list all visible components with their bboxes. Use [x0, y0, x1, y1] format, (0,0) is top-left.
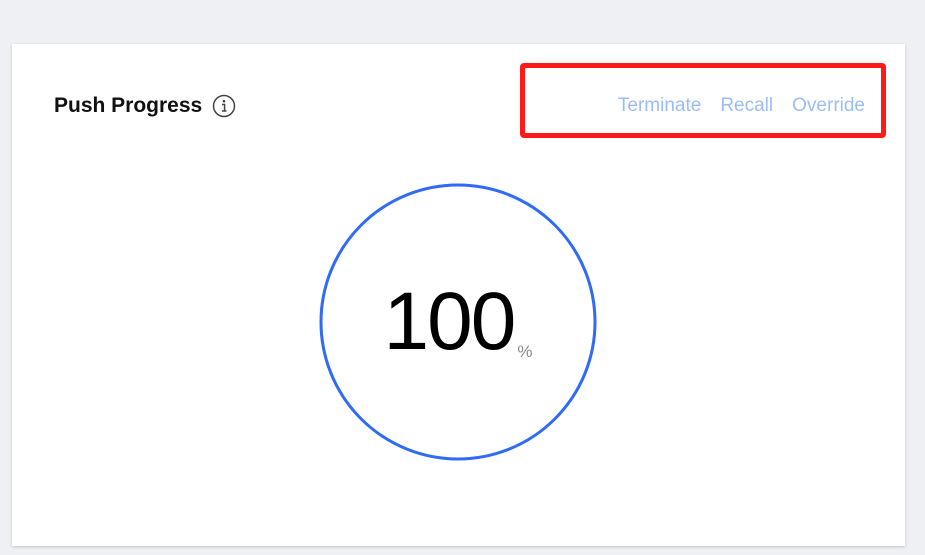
panel-title: Push Progress	[54, 94, 203, 117]
override-link[interactable]: Override	[792, 95, 865, 117]
terminate-link[interactable]: Terminate	[618, 95, 701, 117]
info-circle-icon[interactable]	[212, 94, 236, 118]
push-progress-card: Push Progress Terminate Recall Override …	[12, 44, 905, 546]
action-links: Terminate Recall Override	[618, 95, 865, 117]
progress-percent-unit: %	[517, 342, 533, 361]
progress-value: 100 %	[318, 182, 598, 462]
progress-percent-number: 100	[383, 276, 517, 367]
card-header: Push Progress	[54, 94, 236, 118]
recall-link[interactable]: Recall	[720, 95, 773, 117]
